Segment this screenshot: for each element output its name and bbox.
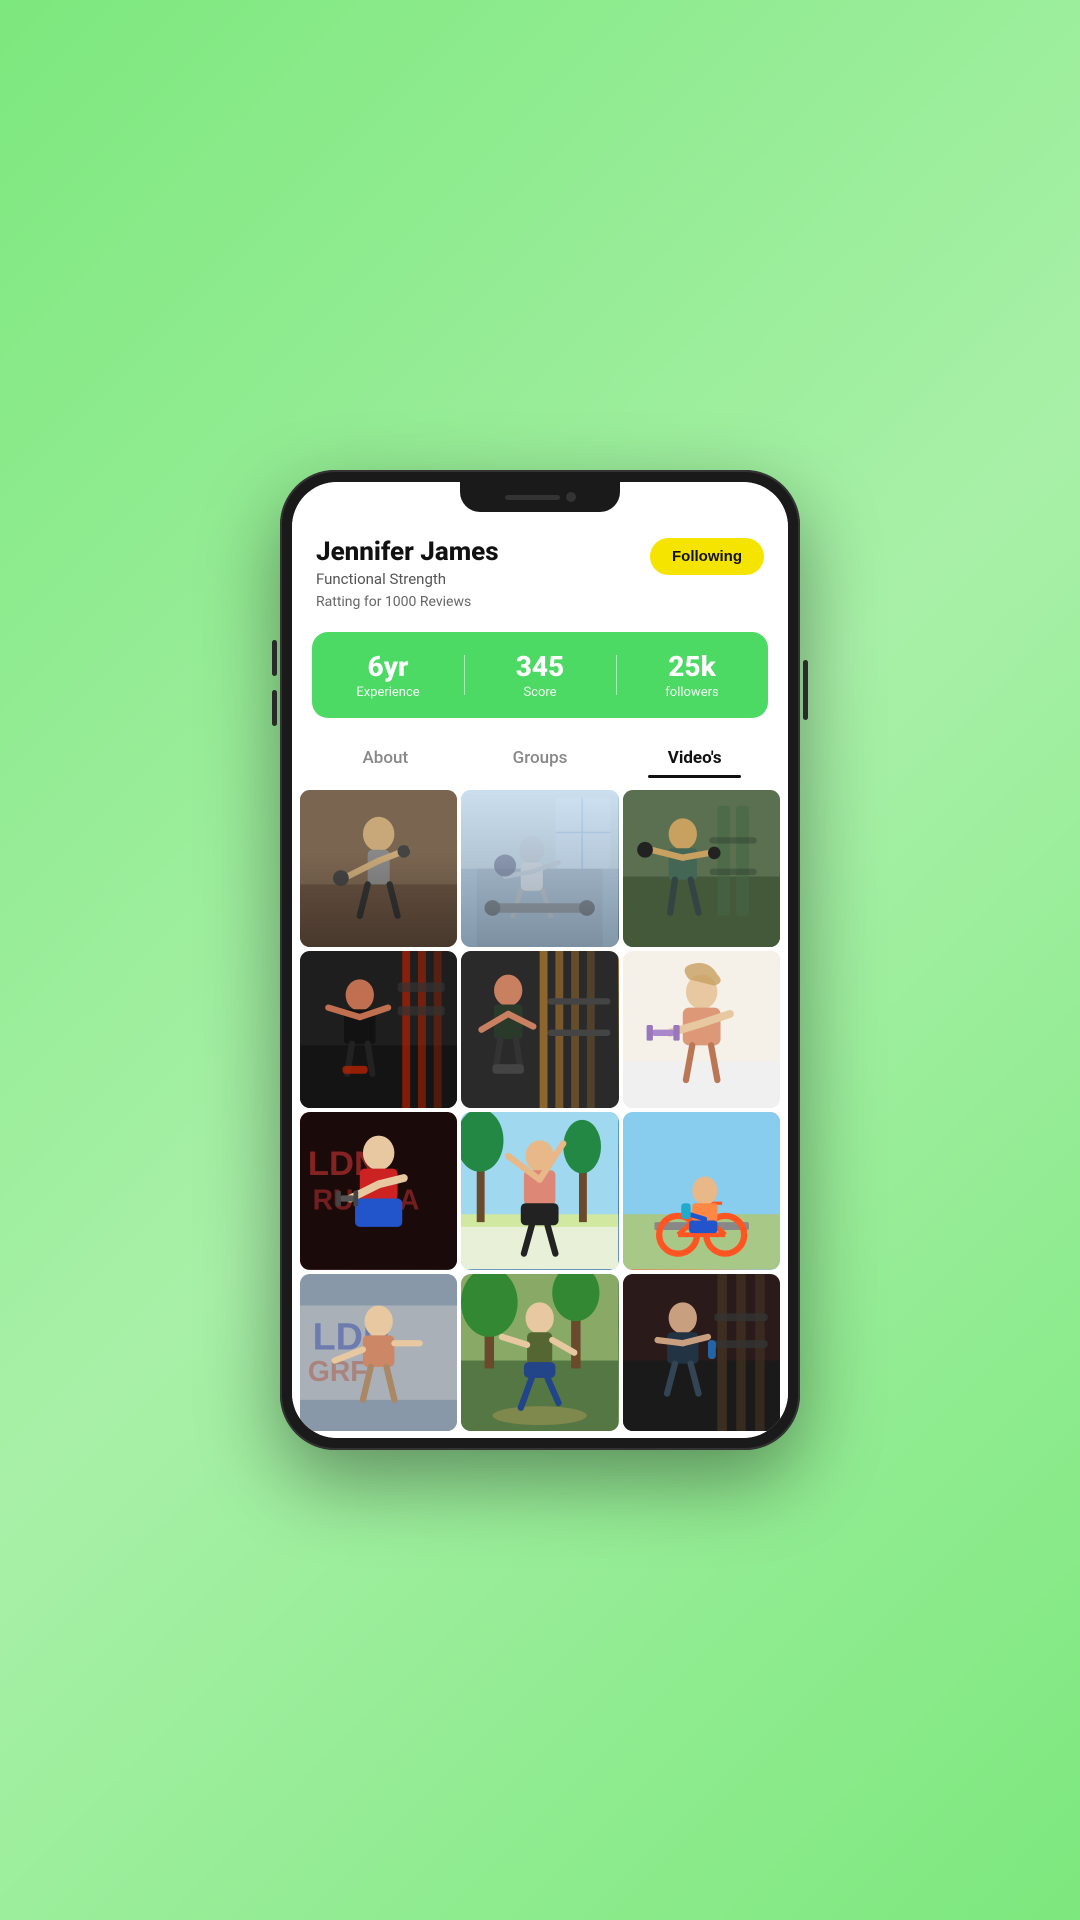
- profile-rating: Ratting for 1000 Reviews: [316, 594, 499, 610]
- video-thumb-3[interactable]: [623, 790, 780, 947]
- tab-about[interactable]: About: [308, 738, 463, 778]
- video-thumb-2[interactable]: [461, 790, 618, 947]
- video-thumb-8[interactable]: [461, 1112, 618, 1269]
- profile-header: Jennifer James Functional Strength Ratti…: [292, 522, 788, 622]
- video-thumb-11[interactable]: [461, 1274, 618, 1431]
- screen-content[interactable]: Jennifer James Functional Strength Ratti…: [292, 482, 788, 1438]
- video-thumb-1[interactable]: [300, 790, 457, 947]
- followers-value: 25k: [616, 650, 768, 683]
- vol-down-button[interactable]: [272, 690, 277, 726]
- video-thumb-4[interactable]: [300, 951, 457, 1108]
- notch: [460, 482, 620, 512]
- video-thumb-5[interactable]: [461, 951, 618, 1108]
- video-thumb-12[interactable]: [623, 1274, 780, 1431]
- experience-label: Experience: [312, 685, 464, 700]
- speaker: [505, 495, 560, 500]
- experience-value: 6yr: [312, 650, 464, 683]
- vol-up-button[interactable]: [272, 640, 277, 676]
- stat-score: 345 Score: [464, 650, 616, 700]
- profile-name: Jennifer James: [316, 538, 499, 567]
- tabs: About Groups Video's: [292, 734, 788, 778]
- phone-frame: Jennifer James Functional Strength Ratti…: [280, 470, 800, 1450]
- power-button[interactable]: [803, 660, 808, 720]
- video-thumb-6[interactable]: [623, 951, 780, 1108]
- profile-info: Jennifer James Functional Strength Ratti…: [316, 538, 499, 610]
- profile-specialty: Functional Strength: [316, 570, 499, 588]
- score-label: Score: [464, 685, 616, 700]
- phone-screen: Jennifer James Functional Strength Ratti…: [292, 482, 788, 1438]
- video-thumb-9[interactable]: [623, 1112, 780, 1269]
- camera: [566, 492, 576, 502]
- followers-label: followers: [616, 685, 768, 700]
- video-grid: LDN RUSSIA: [292, 790, 788, 1438]
- stats-box: 6yr Experience 345 Score 25k followers: [312, 632, 768, 718]
- video-thumb-7[interactable]: LDN RUSSIA: [300, 1112, 457, 1269]
- video-thumb-10[interactable]: LDN GRF: [300, 1274, 457, 1431]
- score-value: 345: [464, 650, 616, 683]
- following-button[interactable]: Following: [650, 538, 764, 575]
- tab-videos[interactable]: Video's: [617, 738, 772, 778]
- tab-groups[interactable]: Groups: [463, 738, 618, 778]
- stat-experience: 6yr Experience: [312, 650, 464, 700]
- stat-followers: 25k followers: [616, 650, 768, 700]
